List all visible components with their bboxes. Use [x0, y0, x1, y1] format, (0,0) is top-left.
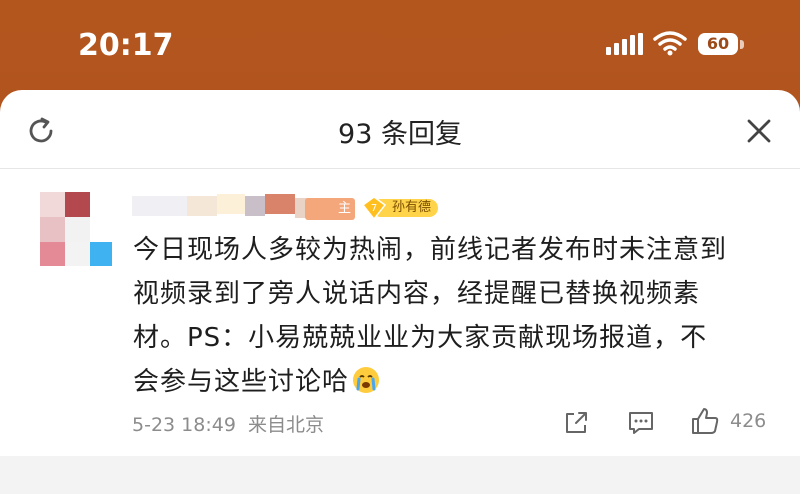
- share-icon[interactable]: [563, 410, 589, 436]
- comment-line: 材。PS：小易兢兢业业为大家贡献现场报道，不: [133, 323, 708, 353]
- comment-line: 视频录到了旁人说话内容，经提醒已替换视频素: [133, 279, 701, 309]
- avatar[interactable]: [40, 192, 114, 266]
- replies-sheet: 93 条回复 主 7 孙有德 今日现场人多较为热闹，前线记者发布时未注意到 视频…: [0, 90, 800, 494]
- level-badge-label: 孙有德: [392, 200, 432, 215]
- comment-icon[interactable]: [627, 410, 655, 436]
- wifi-icon: [653, 31, 687, 56]
- sheet-header: 93 条回复: [0, 90, 800, 168]
- level-badge: 7 孙有德: [362, 196, 440, 220]
- signal-icon: [606, 33, 643, 55]
- status-time: 20:17: [78, 28, 174, 63]
- divider: [0, 168, 800, 169]
- owner-badge: 主: [305, 198, 355, 220]
- close-icon[interactable]: [744, 116, 774, 146]
- battery-icon: 60: [698, 33, 748, 57]
- sheet-title: 93 条回复: [338, 119, 462, 150]
- comment-meta: 5-23 18:49 来自北京: [132, 410, 324, 437]
- comment-body: 今日现场人多较为热闹，前线记者发布时未注意到 视频录到了旁人说话内容，经提醒已替…: [133, 228, 773, 404]
- like-count: 426: [730, 410, 767, 432]
- diamond-icon: 7: [362, 196, 386, 220]
- thumbs-up-icon[interactable]: [690, 406, 720, 436]
- svg-text:7: 7: [371, 203, 377, 214]
- section-divider: [0, 456, 800, 494]
- comment-location: 来自北京: [248, 414, 325, 436]
- comment-line: 会参与这些讨论哈: [133, 367, 350, 397]
- comment-line-last: 会参与这些讨论哈: [133, 360, 773, 404]
- comment-line: 今日现场人多较为热闹，前线记者发布时未注意到: [133, 235, 728, 265]
- comment-timestamp: 5-23 18:49: [132, 414, 236, 436]
- battery-level: 60: [698, 33, 738, 55]
- crying-face-icon: [353, 367, 380, 393]
- status-bar: 20:17 60: [0, 0, 800, 90]
